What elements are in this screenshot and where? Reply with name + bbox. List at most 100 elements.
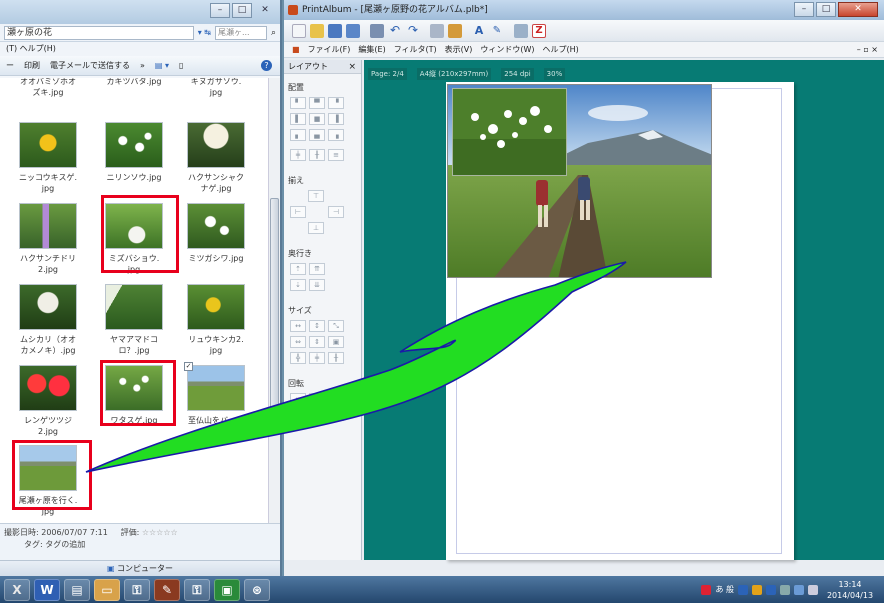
app-icon-notebook[interactable]: ▤: [64, 578, 90, 601]
menu-view[interactable]: 表示(V): [445, 42, 473, 57]
explorer-titlebar[interactable]: – □ ✕: [0, 0, 280, 24]
tray-ime-icon[interactable]: [701, 584, 712, 595]
align-top-icon[interactable]: ▀: [309, 97, 325, 109]
print-button[interactable]: 印刷: [24, 60, 40, 71]
undo-icon[interactable]: ↶: [388, 24, 402, 38]
preview-pane-icon[interactable]: ▯: [179, 61, 183, 70]
list-item[interactable]: リュウキンカ2. jpg: [176, 284, 256, 356]
copy-icon[interactable]: [430, 23, 444, 38]
same-height-icon[interactable]: ↕: [309, 320, 325, 332]
list-item[interactable]: オオバミゾホオ ズキ.jpg: [8, 78, 88, 98]
volume-icon[interactable]: [808, 584, 818, 595]
align-bottom-right-icon[interactable]: ▗: [328, 129, 344, 141]
rotate-free-icon[interactable]: ⟲: [328, 409, 344, 421]
list-item[interactable]: ムシカリ（オオ カメノキ）.jpg: [8, 284, 88, 356]
paste-icon[interactable]: [448, 23, 462, 38]
align-top-right-icon[interactable]: ▝: [328, 97, 344, 109]
zoom-icon[interactable]: Z: [532, 23, 546, 38]
align-right-icon[interactable]: ▐: [328, 113, 344, 125]
center-v-icon[interactable]: ╫: [309, 149, 325, 161]
save-icon[interactable]: [328, 23, 342, 38]
app-icon-network[interactable]: ⊛: [244, 578, 270, 601]
justify-right-icon[interactable]: ⊣: [328, 206, 344, 218]
clock[interactable]: 13:14 2014/04/13: [822, 579, 878, 601]
rotate-right-icon[interactable]: ↻: [309, 409, 325, 421]
app-icon-folder[interactable]: ▭: [94, 578, 120, 601]
fit-width-icon[interactable]: ⇔: [290, 336, 306, 348]
tray-icon-2[interactable]: [752, 584, 762, 595]
flip-v-icon[interactable]: ⇵: [309, 393, 325, 405]
grid-3-icon[interactable]: ╪: [309, 352, 325, 364]
placed-photo-cottongrass[interactable]: [452, 88, 567, 176]
toolbar-organize[interactable]: ー: [6, 60, 14, 71]
same-width-icon[interactable]: ↔: [290, 320, 306, 332]
search-icon[interactable]: ⌕: [271, 28, 276, 38]
redo-icon[interactable]: ↷: [406, 24, 420, 38]
menu-filter[interactable]: フィルタ(T): [394, 42, 437, 57]
list-item[interactable]: ニリンソウ.jpg: [94, 122, 174, 183]
list-item[interactable]: ニッコウキスゲ. jpg: [8, 122, 88, 194]
bring-front-icon[interactable]: ⇈: [309, 263, 325, 275]
distribute-icon[interactable]: ≡: [328, 149, 344, 161]
send-backward-icon[interactable]: ⇣: [290, 279, 306, 291]
align-bottom-icon[interactable]: ▄: [309, 129, 325, 141]
tray-icon-3[interactable]: [766, 584, 776, 595]
align-center-icon[interactable]: ■: [309, 113, 325, 125]
list-item[interactable]: カキツバタ.jpg: [94, 78, 174, 87]
mirror-icon[interactable]: ⇋: [328, 393, 344, 405]
center-h-icon[interactable]: ╪: [290, 149, 306, 161]
menu-help[interactable]: ヘルプ(H): [543, 42, 579, 57]
open-folder-icon[interactable]: [310, 23, 324, 38]
maximize-button[interactable]: □: [232, 3, 252, 18]
grid-2-icon[interactable]: ╬: [290, 352, 306, 364]
rating-stars[interactable]: ☆☆☆☆☆: [142, 528, 178, 537]
same-size-icon[interactable]: ⤡: [328, 320, 344, 332]
app-icon-excel[interactable]: X: [4, 578, 30, 601]
list-item[interactable]: ヤマアマドコ ロ？.jpg: [94, 284, 174, 356]
send-back-icon[interactable]: ⇊: [309, 279, 325, 291]
close-button[interactable]: ✕: [254, 3, 276, 18]
tags-field[interactable]: タグ: タグの追加: [24, 540, 85, 549]
save-as-icon[interactable]: [346, 23, 360, 38]
align-left-icon[interactable]: ▌: [290, 113, 306, 125]
print-icon[interactable]: [370, 23, 384, 38]
justify-left-icon[interactable]: ⊢: [290, 206, 306, 218]
minimize-button[interactable]: –: [794, 2, 814, 17]
refresh-icon[interactable]: ▾ ↹: [198, 28, 211, 37]
justify-top-icon[interactable]: ⊤: [308, 190, 324, 202]
close-icon[interactable]: ×: [348, 60, 356, 74]
tray-icon-1[interactable]: [738, 584, 748, 595]
menu-edit[interactable]: 編集(E): [358, 42, 385, 57]
justify-bottom-icon[interactable]: ⊥: [308, 222, 324, 234]
address-input[interactable]: 瀬ヶ原の花: [4, 25, 194, 40]
list-item[interactable]: ミツガシワ.jpg: [176, 203, 256, 264]
printalbum-titlebar[interactable]: PrintAlbum - [尾瀬ヶ原野の花アルバム.plb*] – □ ✕: [284, 0, 884, 20]
fit-height-icon[interactable]: ⇕: [309, 336, 325, 348]
close-button[interactable]: ✕: [838, 2, 878, 17]
view-options-icon[interactable]: ▤ ▾: [155, 61, 169, 70]
list-item[interactable]: レンゲツツジ 2.jpg: [8, 365, 88, 437]
list-item[interactable]: ハクサンチドリ 2.jpg: [8, 203, 88, 275]
app-icon-printalbum[interactable]: ✎: [154, 578, 180, 601]
search-input[interactable]: 尾瀬ヶ...: [214, 25, 267, 40]
minimize-button[interactable]: –: [210, 3, 230, 18]
text-tool-icon[interactable]: A: [472, 24, 486, 38]
network-icon[interactable]: [794, 584, 804, 595]
new-file-icon[interactable]: [292, 23, 306, 38]
menu-file[interactable]: ファイル(F): [308, 42, 351, 57]
fit-page-icon[interactable]: ▣: [328, 336, 344, 348]
help-icon[interactable]: ?: [261, 60, 272, 71]
list-item[interactable]: ✓ 至仏山をバック に.jpg: [176, 362, 256, 437]
email-button[interactable]: 電子メールで送信する: [50, 60, 130, 71]
list-item[interactable]: キヌガサソウ. jpg: [176, 78, 256, 98]
explorer-menu[interactable]: (T) ヘルプ(H): [0, 42, 280, 56]
app-icon-keys-2[interactable]: ⚿: [184, 578, 210, 601]
app-icon-green[interactable]: ▣: [214, 578, 240, 601]
align-top-left-icon[interactable]: ▘: [290, 97, 306, 109]
scrollbar-thumb[interactable]: [270, 198, 279, 418]
app-icon-word[interactable]: W: [34, 578, 60, 601]
grid-4-icon[interactable]: ╫: [328, 352, 344, 364]
app-icon-keys[interactable]: ⚿: [124, 578, 150, 601]
ime-indicator[interactable]: あ 般: [715, 584, 734, 595]
tray-icon-4[interactable]: [780, 584, 790, 595]
